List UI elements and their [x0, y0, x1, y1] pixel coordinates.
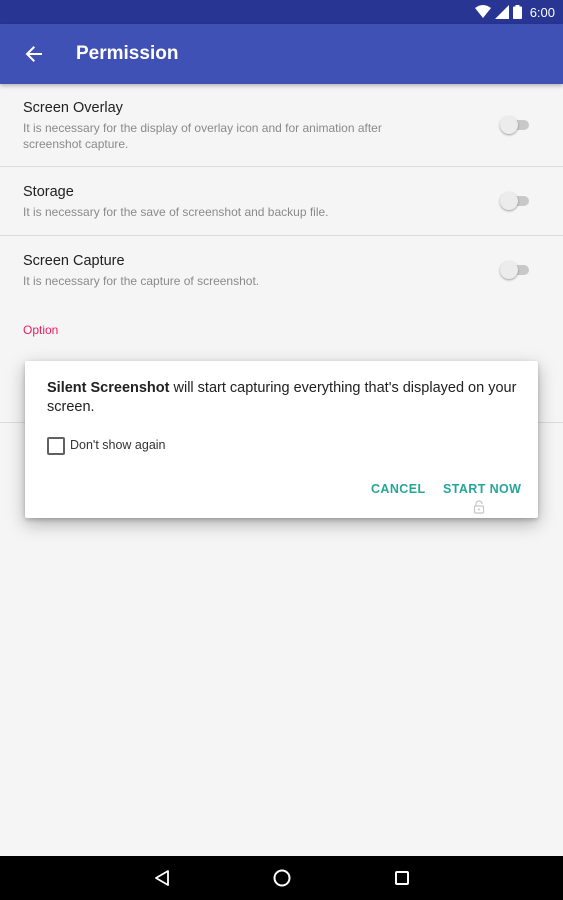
arrow-back-icon	[25, 46, 42, 62]
toggle-thumb	[500, 192, 518, 210]
permission-description: It is necessary for the capture of scree…	[23, 274, 260, 288]
permission-description: It is necessary for the display of overl…	[23, 121, 382, 151]
app-bar: Permission	[0, 24, 563, 84]
option-section-header: Option	[23, 323, 59, 337]
cancel-button[interactable]: CANCEL	[371, 482, 425, 496]
back-icon	[155, 870, 169, 886]
page-title: Permission	[76, 43, 179, 64]
toggle-thumb	[500, 116, 518, 134]
battery-icon	[512, 5, 522, 19]
navigation-bar	[0, 856, 563, 900]
permission-row-storage[interactable]: Storage It is necessary for the save of …	[0, 167, 563, 236]
permission-description: It is necessary for the save of screensh…	[23, 205, 329, 219]
nav-recents-button[interactable]	[391, 867, 413, 889]
back-button[interactable]	[20, 40, 48, 68]
start-capture-dialog: Silent Screenshot will start capturing e…	[25, 361, 538, 518]
permission-title: Screen Overlay	[23, 100, 123, 116]
permission-row-screen-capture[interactable]: Screen Capture It is necessary for the c…	[0, 236, 563, 304]
permission-title: Storage	[23, 184, 74, 200]
dont-show-again-label[interactable]: Don't show again	[70, 438, 166, 452]
permission-row-screen-overlay[interactable]: Screen Overlay It is necessary for the d…	[0, 84, 563, 167]
dialog-message: Silent Screenshot will start capturing e…	[47, 379, 517, 417]
screen-capture-toggle[interactable]	[500, 260, 530, 280]
dialog-app-name: Silent Screenshot	[47, 380, 170, 396]
status-icons: 6:00	[474, 4, 555, 20]
storage-toggle[interactable]	[500, 191, 530, 211]
status-bar: 6:00	[0, 0, 563, 24]
dont-show-again-checkbox[interactable]	[47, 437, 65, 455]
signal-icon	[494, 5, 509, 19]
status-time: 6:00	[529, 4, 555, 20]
recents-icon	[395, 871, 409, 885]
permission-title: Screen Capture	[23, 253, 125, 269]
wifi-icon	[474, 5, 491, 18]
nav-home-button[interactable]	[271, 867, 293, 889]
toggle-thumb	[500, 261, 518, 279]
screen-overlay-toggle[interactable]	[500, 115, 530, 135]
home-icon	[273, 869, 291, 887]
start-now-button[interactable]: START NOW	[443, 482, 521, 496]
nav-back-button[interactable]	[151, 867, 173, 889]
lock-icon	[473, 500, 485, 514]
